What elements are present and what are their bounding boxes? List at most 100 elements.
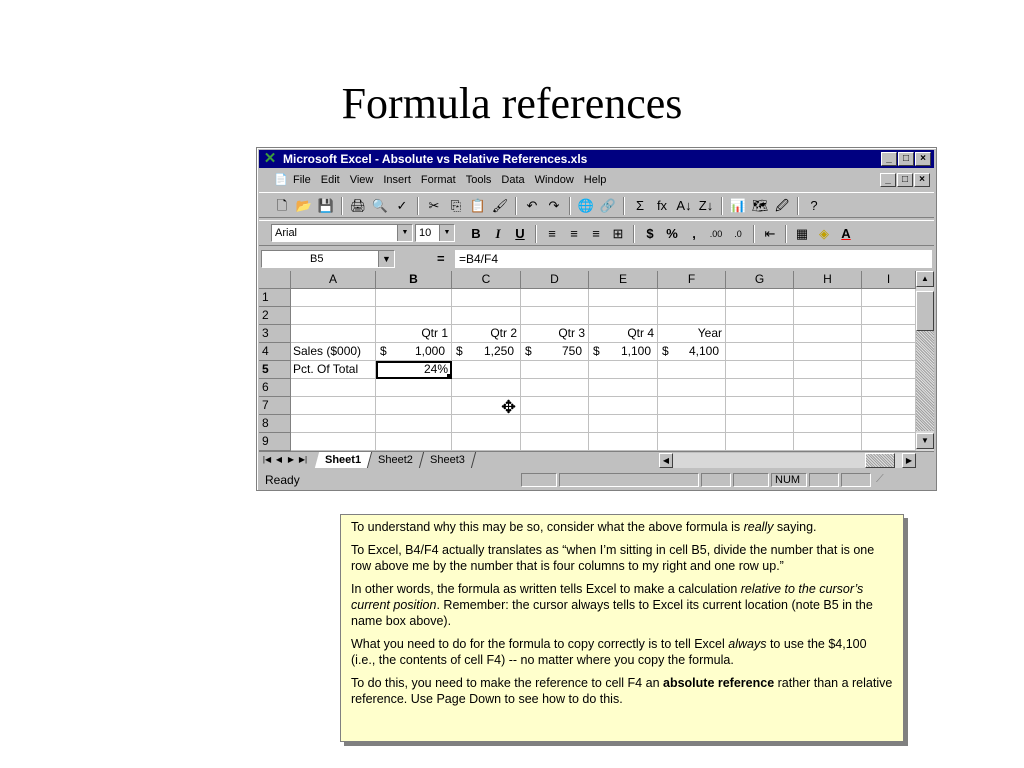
- merge-center-icon[interactable]: ⊞: [607, 223, 629, 245]
- cell-C9[interactable]: [452, 433, 521, 451]
- scroll-track[interactable]: [916, 331, 934, 431]
- cell-H8[interactable]: [794, 415, 862, 433]
- scroll-left-icon[interactable]: ◀: [659, 453, 673, 468]
- paste-icon[interactable]: 📋: [467, 195, 489, 217]
- excel-x-icon[interactable]: ✕: [262, 151, 278, 167]
- cell-F2[interactable]: [658, 307, 726, 325]
- print-preview-icon[interactable]: 🔍: [369, 195, 391, 217]
- cell-I9[interactable]: [862, 433, 916, 451]
- hyperlink-icon[interactable]: 🔗: [597, 195, 619, 217]
- cut-icon[interactable]: ✂: [423, 195, 445, 217]
- currency-icon[interactable]: $: [639, 223, 661, 245]
- align-left-icon[interactable]: ≡: [541, 223, 563, 245]
- cell-H6[interactable]: [794, 379, 862, 397]
- column-header[interactable]: D: [521, 271, 589, 289]
- resize-grip-icon[interactable]: ⟋: [873, 473, 895, 487]
- cell-G4[interactable]: [726, 343, 794, 361]
- web-toolbar-icon[interactable]: 🌐: [575, 195, 597, 217]
- title-bar[interactable]: ✕ Microsoft Excel - Absolute vs Relative…: [259, 150, 934, 168]
- menu-edit[interactable]: Edit: [321, 170, 340, 190]
- cell-D3[interactable]: Qtr 3: [521, 325, 589, 343]
- cell-D1[interactable]: [521, 289, 589, 307]
- formula-input[interactable]: =B4/F4: [455, 250, 932, 268]
- horizontal-scrollbar[interactable]: ◀ ▶: [659, 453, 916, 468]
- cell-E2[interactable]: [589, 307, 658, 325]
- row-header[interactable]: 6: [259, 379, 291, 397]
- increase-decimal-icon[interactable]: .00: [705, 223, 727, 245]
- cell-B7[interactable]: [376, 397, 452, 415]
- cell-H3[interactable]: [794, 325, 862, 343]
- column-header[interactable]: A: [291, 271, 376, 289]
- cell-B1[interactable]: [376, 289, 452, 307]
- cell-F9[interactable]: [658, 433, 726, 451]
- sort-descending-icon[interactable]: Z↓: [695, 195, 717, 217]
- cell-D5[interactable]: [521, 361, 589, 379]
- cell-B3[interactable]: Qtr 1: [376, 325, 452, 343]
- cell-G5[interactable]: [726, 361, 794, 379]
- row-header[interactable]: 5: [259, 361, 291, 379]
- column-header[interactable]: F: [658, 271, 726, 289]
- cell-F8[interactable]: [658, 415, 726, 433]
- cell-B5[interactable]: 24%: [376, 361, 452, 379]
- scroll-down-icon[interactable]: ▼: [916, 433, 934, 449]
- cell-E9[interactable]: [589, 433, 658, 451]
- comma-icon[interactable]: ,: [683, 223, 705, 245]
- cell-I6[interactable]: [862, 379, 916, 397]
- cell-A2[interactable]: [291, 307, 376, 325]
- next-sheet-icon[interactable]: ▶: [285, 453, 297, 467]
- font-dropdown-icon[interactable]: ▼: [397, 225, 412, 241]
- doc-minimize-button[interactable]: _: [880, 173, 896, 187]
- cell-B4[interactable]: $1,000: [376, 343, 452, 361]
- cell-B8[interactable]: [376, 415, 452, 433]
- fill-handle[interactable]: [447, 374, 451, 378]
- cell-G6[interactable]: [726, 379, 794, 397]
- cell-A9[interactable]: [291, 433, 376, 451]
- cell-D2[interactable]: [521, 307, 589, 325]
- vertical-scrollbar[interactable]: ▲ ▼: [916, 271, 934, 451]
- cell-C3[interactable]: Qtr 2: [452, 325, 521, 343]
- close-button[interactable]: ×: [915, 152, 931, 166]
- name-box-dropdown-icon[interactable]: ▼: [378, 251, 394, 267]
- map-icon[interactable]: 🗺: [749, 195, 771, 217]
- name-box[interactable]: B5 ▼: [261, 250, 395, 268]
- cell-E4[interactable]: $1,100: [589, 343, 658, 361]
- tab-sheet3[interactable]: Sheet3: [419, 452, 476, 468]
- underline-icon[interactable]: U: [509, 223, 531, 245]
- cell-I5[interactable]: [862, 361, 916, 379]
- cell-F5[interactable]: [658, 361, 726, 379]
- select-all-corner[interactable]: [259, 271, 291, 289]
- cell-A4[interactable]: Sales ($000): [291, 343, 376, 361]
- cell-A6[interactable]: [291, 379, 376, 397]
- cell-F1[interactable]: [658, 289, 726, 307]
- chart-wizard-icon[interactable]: 📊: [727, 195, 749, 217]
- menu-format[interactable]: Format: [421, 170, 456, 190]
- cell-F4[interactable]: $4,100: [658, 343, 726, 361]
- cell-C1[interactable]: [452, 289, 521, 307]
- maximize-button[interactable]: □: [898, 152, 914, 166]
- font-select[interactable]: Arial ▼: [271, 224, 413, 242]
- cell-I8[interactable]: [862, 415, 916, 433]
- cell-G9[interactable]: [726, 433, 794, 451]
- menu-tools[interactable]: Tools: [466, 170, 492, 190]
- decrease-indent-icon[interactable]: ⇤: [759, 223, 781, 245]
- cell-A7[interactable]: [291, 397, 376, 415]
- menu-file[interactable]: File: [293, 170, 311, 190]
- worksheet-grid[interactable]: A B C D E F G H I 1 2 3 Qtr 1 Qtr 2 Qtr 3 Qtr …: [259, 271, 934, 451]
- menu-insert[interactable]: Insert: [383, 170, 411, 190]
- tab-sheet2[interactable]: Sheet2: [367, 452, 425, 468]
- cell-E6[interactable]: [589, 379, 658, 397]
- cell-H2[interactable]: [794, 307, 862, 325]
- spelling-icon[interactable]: ✓: [391, 195, 413, 217]
- vertical-scroll-thumb[interactable]: [916, 291, 934, 331]
- borders-icon[interactable]: ▦: [791, 223, 813, 245]
- open-icon[interactable]: 📂: [293, 195, 315, 217]
- cell-I4[interactable]: [862, 343, 916, 361]
- align-right-icon[interactable]: ≡: [585, 223, 607, 245]
- save-icon[interactable]: 💾: [315, 195, 337, 217]
- document-icon[interactable]: 📄: [273, 172, 289, 188]
- menu-view[interactable]: View: [350, 170, 374, 190]
- row-header[interactable]: 9: [259, 433, 291, 451]
- menu-help[interactable]: Help: [584, 170, 607, 190]
- cell-I7[interactable]: [862, 397, 916, 415]
- cell-C4[interactable]: $1,250: [452, 343, 521, 361]
